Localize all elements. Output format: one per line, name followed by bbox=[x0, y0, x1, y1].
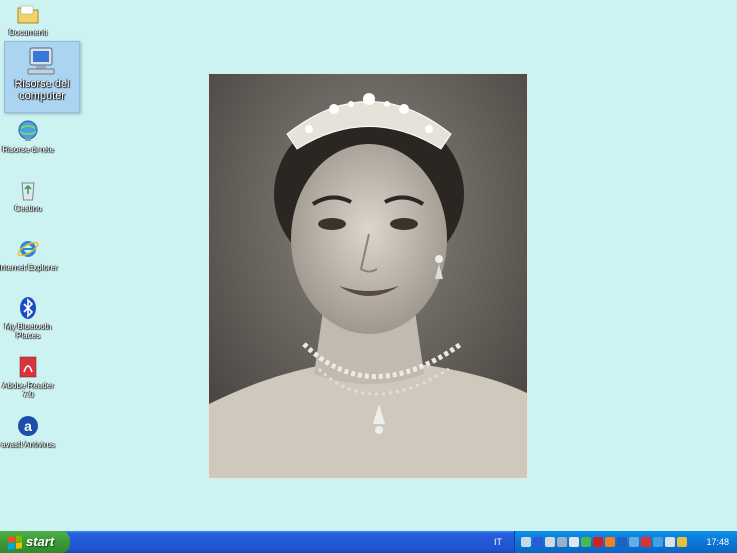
adobe-reader-icon bbox=[16, 355, 40, 379]
desktop-icon-documenti[interactable]: Documenti bbox=[0, 2, 60, 37]
windows-logo-icon bbox=[8, 534, 22, 550]
sync-icon[interactable] bbox=[665, 537, 675, 547]
desktop-icon-avast[interactable]: a avast! Antivirus bbox=[0, 414, 60, 449]
media-icon[interactable] bbox=[605, 537, 615, 547]
desktop-icon-internet-explorer[interactable]: Internet Explorer bbox=[0, 237, 60, 272]
ati-icon[interactable] bbox=[593, 537, 603, 547]
volume-icon[interactable] bbox=[569, 537, 579, 547]
recycle-bin-icon bbox=[16, 178, 40, 202]
desktop-icon-label: Internet Explorer bbox=[0, 263, 58, 272]
display-icon[interactable] bbox=[545, 537, 555, 547]
desktop-icon-label: Adobe Reader 7.0 bbox=[2, 381, 54, 399]
desktop-icon-cestino[interactable]: Cestino bbox=[0, 178, 60, 213]
desktop-icon-label: Risorse del computer bbox=[14, 78, 70, 102]
svg-text:a: a bbox=[24, 418, 32, 434]
desktop-icon-label: My Bluetooth Places bbox=[4, 322, 52, 340]
desktop-icon-label: avast! Antivirus bbox=[1, 440, 55, 449]
desktop-icon-adobe-reader[interactable]: Adobe Reader 7.0 bbox=[0, 355, 60, 399]
wallpaper-photo bbox=[208, 73, 528, 479]
internet-explorer-icon bbox=[16, 237, 40, 261]
language-indicator[interactable]: IT bbox=[494, 531, 502, 553]
update-icon[interactable] bbox=[617, 537, 627, 547]
monitor-icon[interactable] bbox=[557, 537, 567, 547]
bluetooth-icon[interactable] bbox=[533, 537, 543, 547]
antivirus-icon[interactable] bbox=[629, 537, 639, 547]
messenger-icon[interactable] bbox=[653, 537, 663, 547]
desktop-icon-label: Documenti bbox=[8, 28, 48, 37]
folder-icon bbox=[16, 2, 40, 26]
system-tray: 17:48 bbox=[514, 531, 737, 553]
security-icon[interactable] bbox=[581, 537, 591, 547]
power-icon[interactable] bbox=[677, 537, 687, 547]
network-places-icon bbox=[16, 119, 40, 143]
desktop-icon-label: Risorse di rete bbox=[2, 145, 54, 154]
desktop-icon-risorse-del-computer[interactable]: Risorse del computer bbox=[4, 41, 80, 113]
taskbar: start IT 17:48 bbox=[0, 531, 737, 553]
desktop-icon-bluetooth-places[interactable]: My Bluetooth Places bbox=[0, 296, 60, 340]
network-icon[interactable] bbox=[521, 537, 531, 547]
start-button[interactable]: start bbox=[0, 531, 70, 553]
clock[interactable]: 17:48 bbox=[706, 531, 729, 553]
shield-icon[interactable] bbox=[641, 537, 651, 547]
desktop-icon-risorse-di-rete[interactable]: Risorse di rete bbox=[0, 119, 60, 154]
desktop-icon-label: Cestino bbox=[14, 204, 42, 213]
avast-icon: a bbox=[16, 414, 40, 438]
bluetooth-icon bbox=[16, 296, 40, 320]
start-label: start bbox=[26, 534, 55, 549]
my-computer-icon bbox=[26, 46, 58, 76]
